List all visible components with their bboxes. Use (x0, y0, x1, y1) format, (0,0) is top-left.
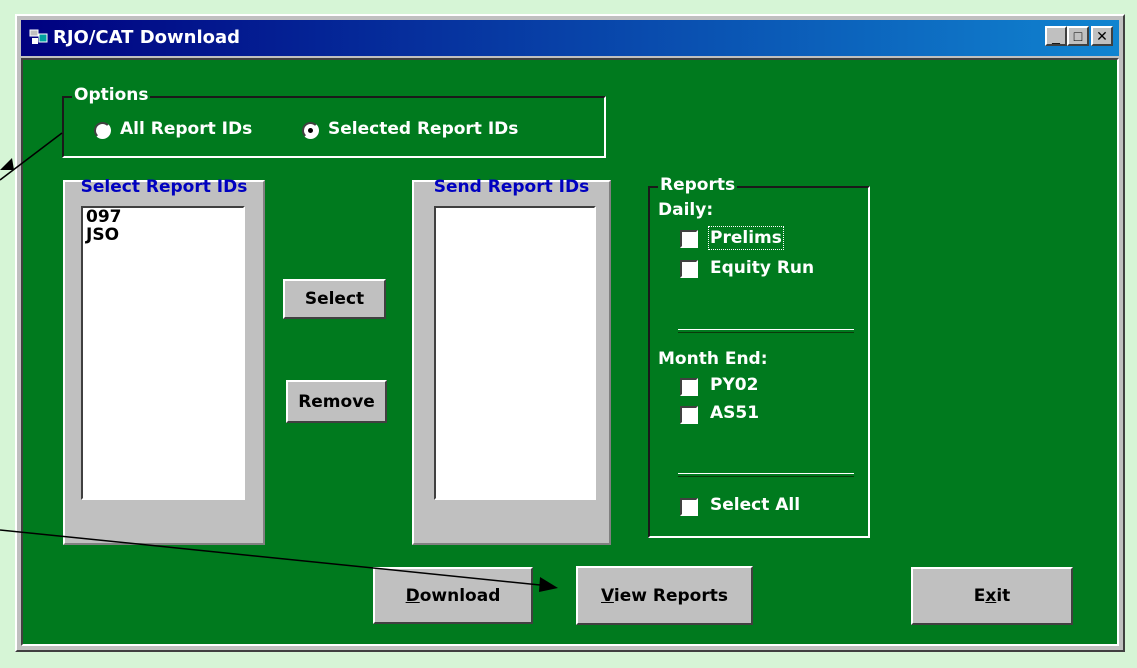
daily-label: Daily: (658, 200, 714, 220)
close-button[interactable]: ✕ (1091, 26, 1113, 46)
select-report-ids-list[interactable]: 097 JSO (81, 206, 245, 500)
options-group: Options All Report IDs Selected Report I… (62, 85, 606, 158)
exit-button[interactable]: Exit (911, 567, 1073, 625)
reports-legend: Reports (658, 175, 738, 195)
select-report-ids-title: Select Report IDs (80, 177, 248, 197)
equity-run-label[interactable]: Equity Run (710, 258, 814, 278)
title-bar[interactable]: RJO/CAT Download _ □ ✕ (21, 20, 1119, 56)
as51-label[interactable]: AS51 (710, 403, 759, 423)
month-end-label: Month End: (658, 349, 768, 369)
py02-checkbox[interactable] (680, 378, 698, 396)
remove-button[interactable]: Remove (286, 380, 387, 423)
separator (678, 329, 854, 333)
selected-report-ids-label[interactable]: Selected Report IDs (328, 119, 518, 139)
window-title: RJO/CAT Download (53, 27, 241, 48)
send-report-ids-panel: Send Report IDs (412, 177, 611, 545)
exit-label-start: E (973, 586, 986, 606)
options-legend: Options (72, 85, 151, 105)
list-item[interactable]: 097 (83, 208, 243, 226)
list-item[interactable]: JSO (83, 226, 243, 244)
exit-mnemonic: x (985, 586, 997, 606)
main-panel: Options All Report IDs Selected Report I… (21, 58, 1119, 646)
send-report-ids-title: Send Report IDs (433, 177, 590, 197)
exit-label-end: it (996, 586, 1011, 606)
reports-group: Reports Daily: Prelims Equity Run Month … (648, 175, 870, 538)
equity-run-checkbox[interactable] (680, 260, 698, 278)
app-window: RJO/CAT Download _ □ ✕ Options All Repor… (15, 14, 1125, 652)
prelims-checkbox[interactable] (680, 230, 698, 248)
prelims-label[interactable]: Prelims (708, 226, 784, 250)
send-report-ids-list[interactable] (434, 206, 596, 500)
view-reports-button[interactable]: View Reports (576, 566, 753, 625)
view-reports-label: iew Reports (613, 585, 728, 606)
select-all-checkbox[interactable] (680, 498, 698, 516)
py02-label[interactable]: PY02 (710, 375, 758, 395)
maximize-button[interactable]: □ (1067, 26, 1089, 46)
all-report-ids-radio[interactable] (94, 122, 111, 139)
all-report-ids-label[interactable]: All Report IDs (120, 119, 252, 139)
download-button[interactable]: Download (373, 567, 533, 624)
separator (678, 473, 854, 477)
select-all-label[interactable]: Select All (710, 495, 800, 515)
app-icon (29, 29, 48, 44)
select-button[interactable]: Select (283, 279, 386, 319)
download-label: ownload (419, 585, 501, 606)
as51-checkbox[interactable] (680, 406, 698, 424)
select-report-ids-panel: Select Report IDs 097 JSO (63, 177, 265, 545)
minimize-button[interactable]: _ (1045, 26, 1067, 46)
selected-report-ids-radio[interactable] (302, 122, 319, 139)
download-mnemonic: D (405, 585, 420, 606)
view-reports-mnemonic: V (601, 585, 614, 606)
